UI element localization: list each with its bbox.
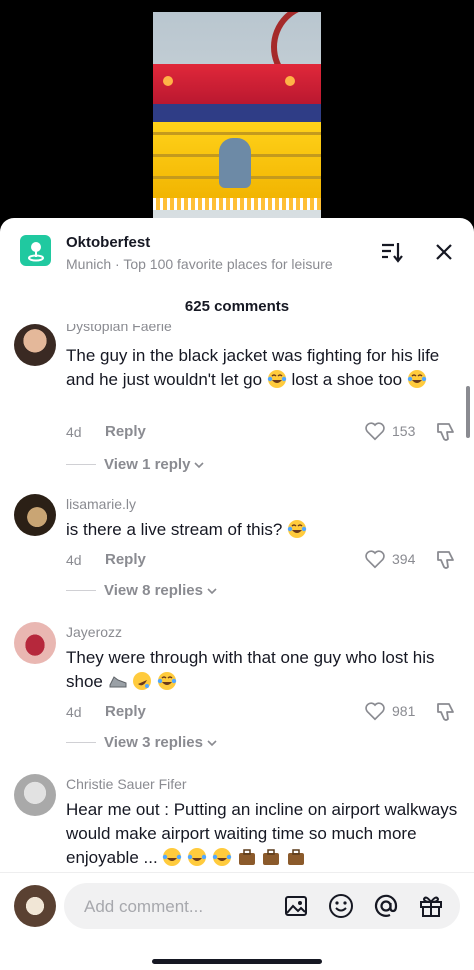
thumbs-down-icon[interactable]	[434, 700, 458, 724]
chevron-down-icon	[207, 739, 217, 746]
reply-button[interactable]: Reply	[105, 423, 146, 440]
place-title[interactable]: Oktoberfest	[66, 234, 150, 251]
view-replies-button[interactable]: View 8 replies	[66, 582, 217, 599]
comments-sheet: Oktoberfest Munich · Top 100 favorite pl…	[0, 218, 474, 970]
emoji-icon[interactable]	[328, 893, 354, 919]
like-count: 153	[392, 423, 416, 439]
home-indicator	[152, 959, 322, 964]
tears-of-joy-emoji-icon	[267, 370, 286, 388]
like-count: 981	[392, 703, 416, 719]
tears-of-joy-emoji-icon	[163, 848, 182, 866]
thumbs-down-icon[interactable]	[434, 420, 458, 444]
comment-input[interactable]: Add comment...	[64, 883, 460, 929]
comment-username[interactable]: Jayerozz	[66, 624, 122, 640]
thumbs-down-icon[interactable]	[434, 548, 458, 572]
luggage-emoji-icon	[238, 849, 255, 865]
scrollbar[interactable]	[466, 386, 470, 438]
video-player[interactable]	[0, 0, 474, 230]
place-header[interactable]: Oktoberfest Munich · Top 100 favorite pl…	[0, 218, 474, 284]
tears-of-joy-emoji-icon	[287, 520, 307, 538]
like-button[interactable]: 153	[364, 420, 415, 442]
shoe-emoji-icon	[109, 676, 127, 688]
comment-text: is there a live stream of this?	[66, 518, 460, 542]
comment-placeholder: Add comment...	[84, 897, 204, 916]
heart-icon	[365, 702, 385, 721]
view-replies-button[interactable]: View 3 replies	[66, 734, 217, 751]
comment-text: They were through with that one guy who …	[66, 646, 460, 694]
location-pin-icon	[20, 235, 51, 266]
view-replies-label: View 8 replies	[104, 582, 203, 599]
comment-list[interactable]: Dystopian Faerie The guy in the black ja…	[0, 324, 474, 872]
at-mention-icon[interactable]	[373, 893, 399, 919]
close-icon[interactable]	[430, 238, 458, 266]
comment-text: The guy in the black jacket was fighting…	[66, 344, 460, 392]
tears-of-joy-emoji-icon	[187, 848, 207, 866]
reply-button[interactable]: Reply	[105, 551, 146, 568]
heart-icon	[365, 550, 385, 569]
comment-text: Hear me out : Putting an incline on airp…	[66, 798, 460, 870]
chevron-down-icon	[207, 587, 217, 594]
avatar[interactable]	[14, 622, 56, 664]
place-subtitle[interactable]: Munich · Top 100 favorite places for lei…	[66, 256, 333, 272]
comment-age: 4d	[66, 552, 82, 568]
comment-text-tail: lost a shoe too	[291, 370, 403, 389]
comment-text-main: is there a live stream of this?	[66, 520, 283, 539]
tears-of-joy-emoji-icon	[157, 672, 177, 690]
comment-composer: Add comment...	[0, 872, 474, 970]
avatar[interactable]	[14, 494, 56, 536]
view-replies-button[interactable]: View 1 reply	[66, 456, 205, 473]
like-button[interactable]: 981	[364, 700, 415, 722]
comment-username[interactable]: lisamarie.ly	[66, 496, 136, 512]
rofl-emoji-icon	[133, 672, 152, 690]
image-icon[interactable]	[283, 893, 309, 919]
comment-username[interactable]: Christie Sauer Fifer	[66, 776, 187, 792]
view-replies-label: View 1 reply	[104, 456, 191, 473]
comment-age: 4d	[66, 704, 82, 720]
tears-of-joy-emoji-icon	[407, 370, 427, 388]
comment-username[interactable]: Dystopian Faerie	[66, 324, 172, 334]
heart-icon	[365, 422, 385, 441]
sort-icon[interactable]	[378, 238, 406, 266]
reply-button[interactable]: Reply	[105, 703, 146, 720]
like-button[interactable]: 394	[364, 548, 415, 570]
video-frame[interactable]	[153, 12, 321, 222]
avatar[interactable]	[14, 885, 56, 927]
luggage-emoji-icon	[288, 849, 305, 865]
view-replies-label: View 3 replies	[104, 734, 203, 751]
tears-of-joy-emoji-icon	[212, 848, 232, 866]
like-count: 394	[392, 551, 416, 567]
avatar[interactable]	[14, 774, 56, 816]
gift-icon[interactable]	[418, 893, 444, 919]
chevron-down-icon	[194, 461, 205, 468]
luggage-emoji-icon	[263, 849, 280, 865]
comments-count: 625 comments	[184, 298, 290, 315]
avatar[interactable]	[14, 324, 56, 366]
comment-age: 4d	[66, 424, 82, 440]
